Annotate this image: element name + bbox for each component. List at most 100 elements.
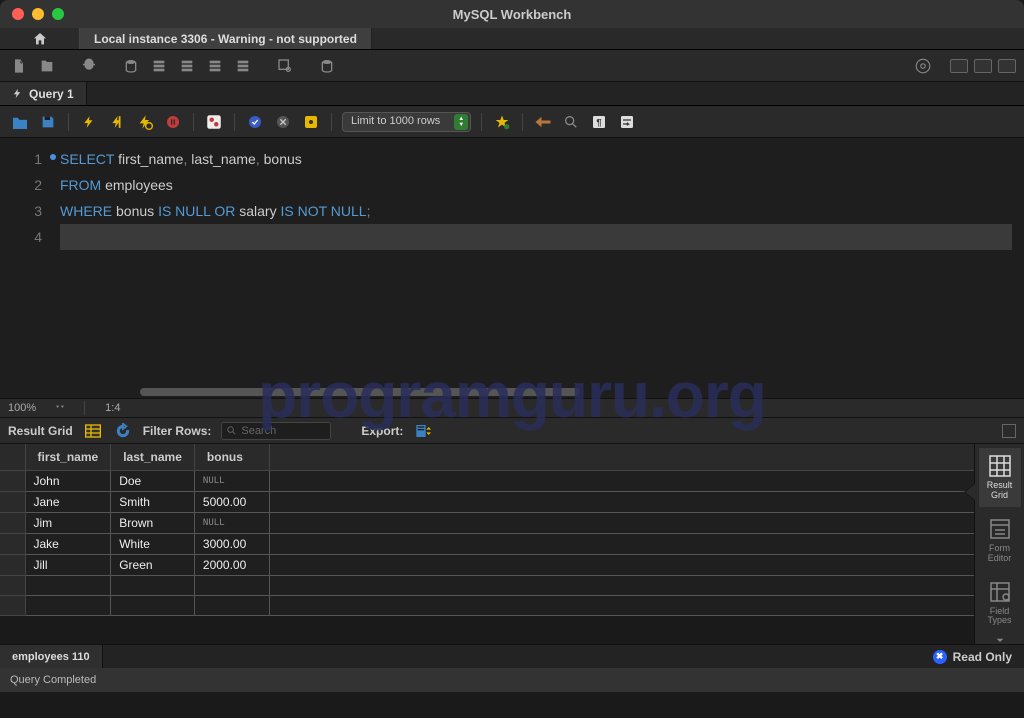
reconnect-icon[interactable] [316, 55, 338, 77]
app-title: MySQL Workbench [453, 7, 572, 22]
table-row[interactable]: JimBrownNULL [0, 512, 974, 533]
result-tab-row: employees 110 ✖ Read Only [0, 644, 1024, 668]
status-text: Query Completed [10, 674, 96, 686]
query-tab-label: Query 1 [29, 87, 74, 101]
filter-search-input[interactable]: Search [221, 422, 331, 440]
readonly-label: Read Only [953, 650, 1012, 664]
settings-icon[interactable] [912, 55, 934, 77]
search-placeholder: Search [241, 425, 276, 437]
execute-icon[interactable] [79, 112, 99, 132]
svg-text:¶: ¶ [597, 117, 602, 127]
side-form-editor-label: Form Editor [979, 544, 1021, 564]
readonly-indicator: ✖ Read Only [921, 645, 1024, 668]
open-sql-file-icon[interactable] [36, 55, 58, 77]
stepper-icon: ▲▼ [454, 114, 468, 130]
side-result-grid-button[interactable]: Result Grid [979, 448, 1021, 507]
grid-icon [988, 454, 1012, 478]
result-tab-employees[interactable]: employees 110 [0, 645, 103, 668]
field-types-icon [988, 580, 1012, 604]
column-header-last_name[interactable]: last_name [111, 444, 195, 470]
find-icon[interactable] [561, 112, 581, 132]
line-gutter: 1234 [0, 138, 60, 398]
wrap-icon[interactable] [617, 112, 637, 132]
sql-toolbar: Limit to 1000 rows ▲▼ ¶ [0, 106, 1024, 138]
query-tab-1[interactable]: Query 1 [0, 82, 87, 105]
table-row[interactable] [0, 575, 974, 595]
refresh-icon[interactable] [113, 421, 133, 441]
execute-current-icon[interactable] [107, 112, 127, 132]
explain-icon[interactable] [135, 112, 155, 132]
db-icon-5[interactable] [232, 55, 254, 77]
zoom-dropdown-icon[interactable] [56, 404, 64, 412]
readonly-badge-icon: ✖ [933, 650, 947, 664]
export-label: Export: [361, 424, 403, 438]
code-area[interactable]: SELECT first_name, last_name, bonusFROM … [60, 138, 1024, 398]
db-icon-4[interactable] [204, 55, 226, 77]
current-line-highlight [60, 224, 1012, 250]
new-sql-file-icon[interactable] [8, 55, 30, 77]
result-grid-label: Result Grid [8, 424, 73, 438]
zoom-level[interactable]: 100% [8, 402, 36, 414]
horizontal-scrollbar[interactable] [140, 388, 580, 396]
editor-status-bar: 100% 1:4 [0, 398, 1024, 418]
search-table-icon[interactable] [274, 55, 296, 77]
toggle-right-panel[interactable] [998, 59, 1016, 73]
column-header-bonus[interactable]: bonus [194, 444, 269, 470]
query-tab-row: Query 1 [0, 82, 1024, 106]
connection-tab-row: Local instance 3306 - Warning - not supp… [0, 28, 1024, 50]
chevron-down-icon[interactable] [991, 638, 1009, 644]
table-row[interactable]: JillGreen2000.00 [0, 554, 974, 575]
result-grid[interactable]: first_namelast_namebonus JohnDoeNULLJane… [0, 444, 974, 644]
column-header-first_name[interactable]: first_name [25, 444, 111, 470]
limit-rows-label: Limit to 1000 rows [342, 112, 471, 132]
sql-editor[interactable]: 1234 SELECT first_name, last_name, bonus… [0, 138, 1024, 398]
side-field-types-button[interactable]: Field Types [979, 574, 1021, 633]
table-row[interactable]: JaneSmith5000.00 [0, 491, 974, 512]
invisible-chars-icon[interactable]: ¶ [589, 112, 609, 132]
home-tab[interactable] [0, 28, 80, 49]
toggle-bottom-panel[interactable] [974, 59, 992, 73]
side-panel-arrow-icon [965, 484, 975, 500]
db-icon-3[interactable] [176, 55, 198, 77]
stop-icon[interactable] [163, 112, 183, 132]
status-bar: Query Completed [0, 668, 1024, 692]
limit-rows-select[interactable]: Limit to 1000 rows ▲▼ [342, 112, 471, 132]
form-icon [988, 517, 1012, 541]
rollback-icon[interactable] [273, 112, 293, 132]
maximize-window-button[interactable] [52, 8, 64, 20]
table-row[interactable]: JohnDoeNULL [0, 470, 974, 491]
inspector-icon[interactable] [78, 55, 100, 77]
side-result-grid-label: Result Grid [979, 481, 1021, 501]
toggle-autocommit-icon[interactable] [204, 112, 224, 132]
open-file-icon[interactable] [10, 112, 30, 132]
lightning-icon [12, 88, 23, 99]
close-window-button[interactable] [12, 8, 24, 20]
side-form-editor-button[interactable]: Form Editor [979, 511, 1021, 570]
result-toolbar: Result Grid Filter Rows: Search Export: [0, 418, 1024, 444]
favorite-icon[interactable] [492, 112, 512, 132]
filter-rows-label: Filter Rows: [143, 424, 212, 438]
db-icon-2[interactable] [148, 55, 170, 77]
commit-icon[interactable] [245, 112, 265, 132]
table-row[interactable]: JakeWhite3000.00 [0, 533, 974, 554]
search-icon [226, 425, 237, 436]
table-row[interactable] [0, 595, 974, 615]
export-icon[interactable] [413, 421, 433, 441]
minimize-window-button[interactable] [32, 8, 44, 20]
result-grid-area: first_namelast_namebonus JohnDoeNULLJane… [0, 444, 1024, 644]
db-icon-1[interactable] [120, 55, 142, 77]
home-icon [32, 31, 48, 47]
breakpoint-dot-icon [50, 154, 56, 160]
connection-tab[interactable]: Local instance 3306 - Warning - not supp… [80, 28, 372, 49]
window-controls [0, 8, 64, 20]
main-toolbar [0, 50, 1024, 82]
side-field-types-label: Field Types [979, 607, 1021, 627]
beautify-icon[interactable] [533, 112, 553, 132]
save-file-icon[interactable] [38, 112, 58, 132]
result-side-panel: Result Grid Form Editor Field Types [974, 444, 1024, 644]
grid-view-icon[interactable] [83, 421, 103, 441]
wrap-cell-icon[interactable] [1002, 424, 1016, 438]
settings-small-icon[interactable] [301, 112, 321, 132]
titlebar: MySQL Workbench [0, 0, 1024, 28]
toggle-left-panel[interactable] [950, 59, 968, 73]
